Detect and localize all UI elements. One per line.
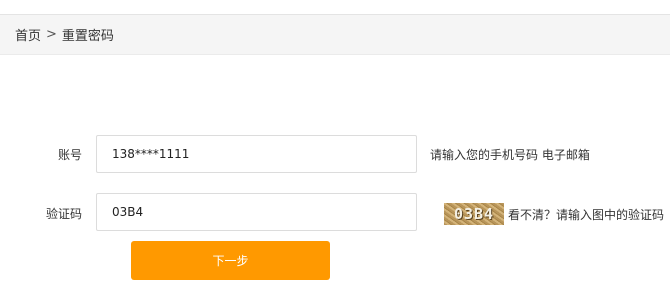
captcha-tip: 看不清？请输入图中的验证码 xyxy=(508,206,664,223)
next-step-button[interactable]: 下一步 xyxy=(131,241,330,280)
breadcrumb: 首页 > 重置密码 xyxy=(15,25,114,44)
captcha-image-text: 03B4 xyxy=(453,205,495,223)
breadcrumb-current: 重置密码 xyxy=(61,29,114,44)
account-input[interactable] xyxy=(96,135,417,173)
breadcrumb-separator: > xyxy=(46,27,57,42)
captcha-image[interactable]: 03B4 xyxy=(444,203,504,225)
captcha-hint: 请输入图中的验证码 xyxy=(556,208,665,222)
captcha-label: 验证码 xyxy=(45,207,82,221)
breadcrumb-bar: 首页 > 重置密码 xyxy=(0,14,670,55)
account-label: 账号 xyxy=(57,148,82,162)
captcha-input[interactable] xyxy=(96,193,417,231)
captcha-refresh-link[interactable]: 看不清？ xyxy=(508,208,556,222)
breadcrumb-home-link[interactable]: 首页 xyxy=(15,25,41,44)
account-hint: 请输入您的手机号码 电子邮箱 xyxy=(430,148,590,162)
